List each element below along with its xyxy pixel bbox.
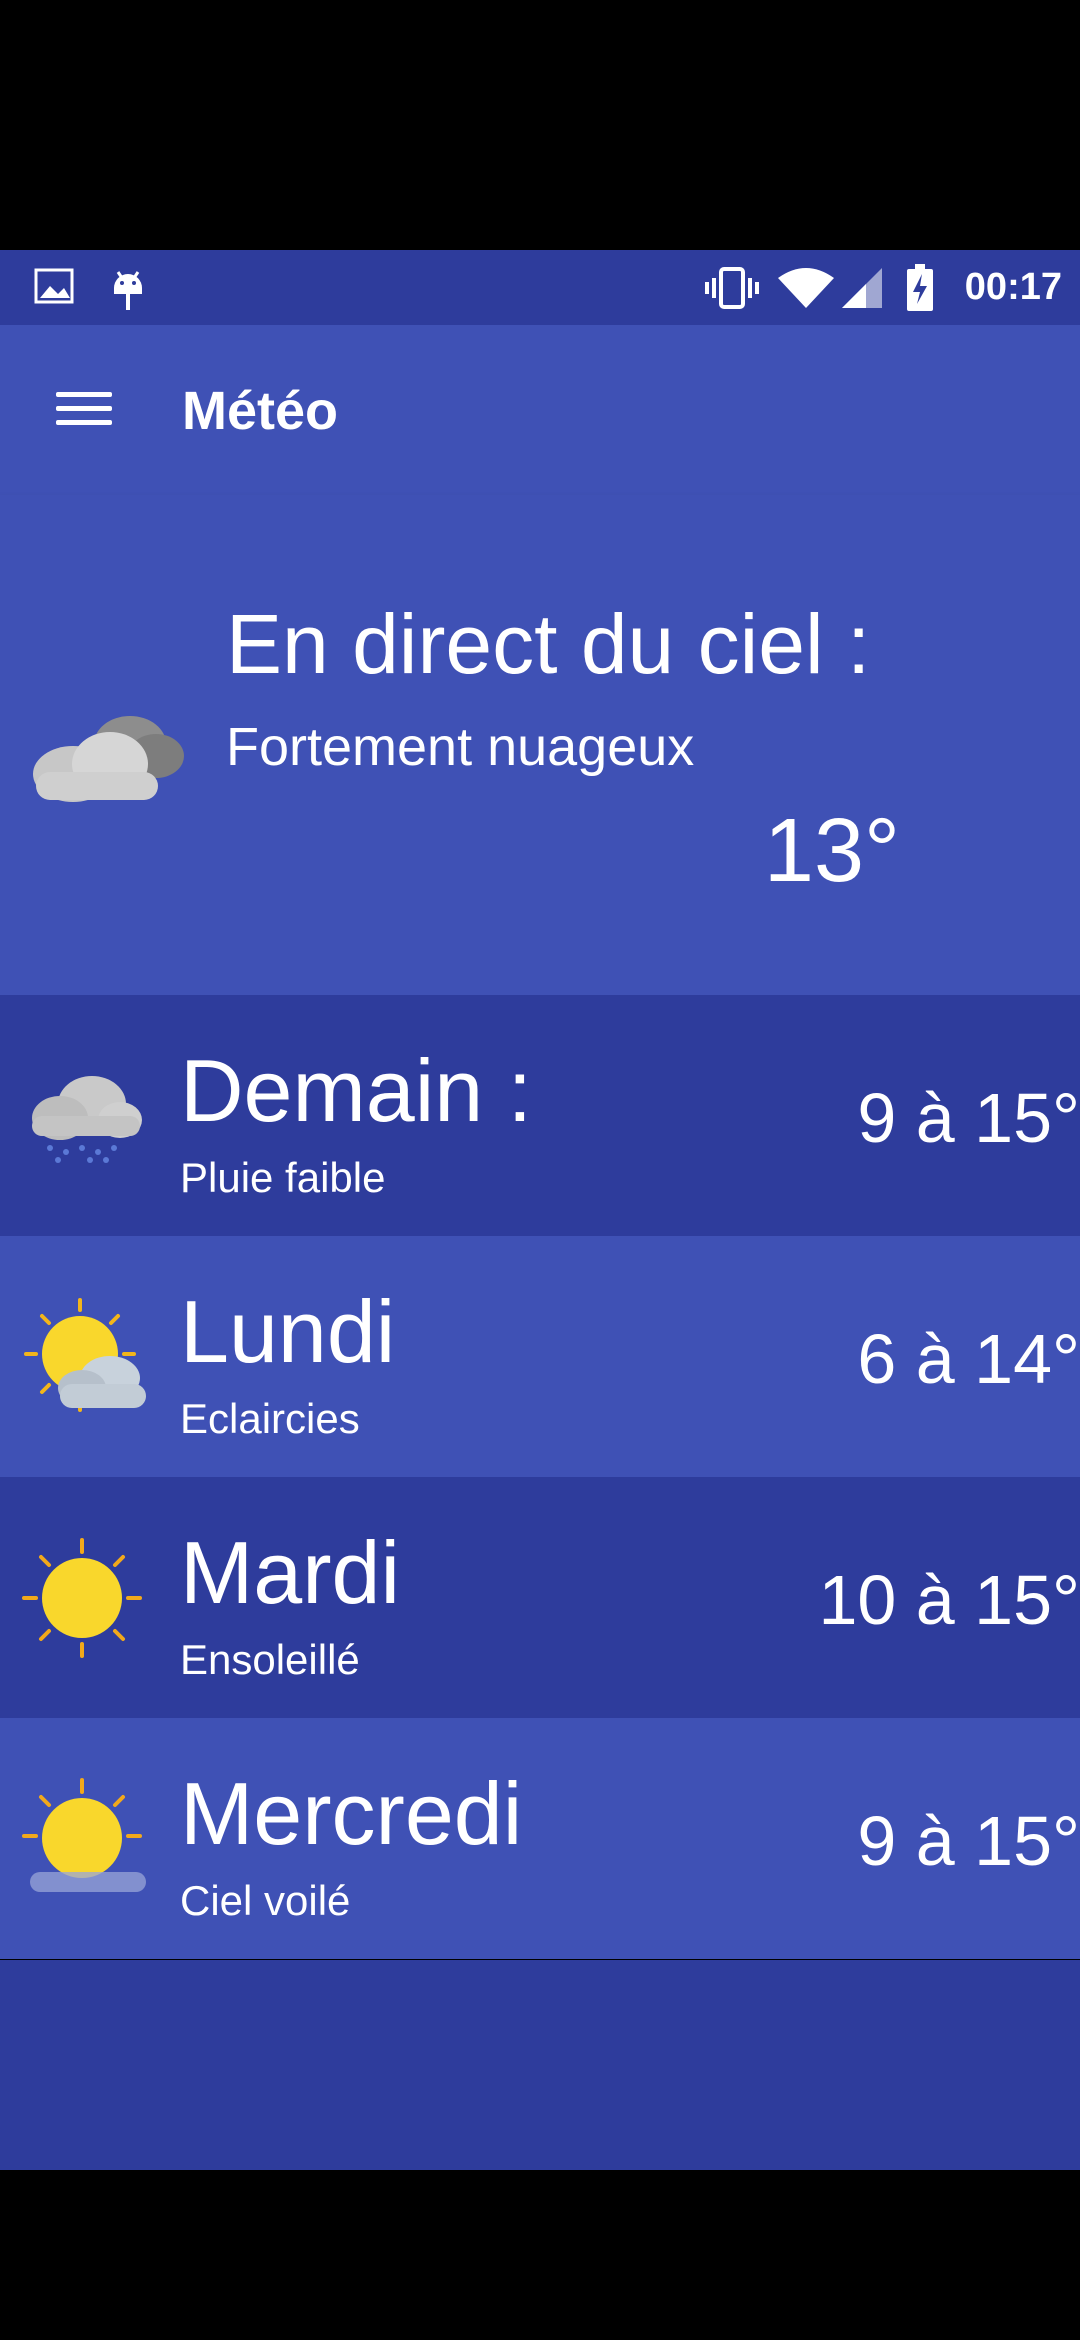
android-icon xyxy=(108,264,148,314)
forecast-condition: Eclaircies xyxy=(180,1395,360,1442)
forecast-day: Lundi xyxy=(180,1282,396,1381)
cloudy-icon xyxy=(18,700,188,810)
forecast-condition: Pluie faible xyxy=(180,1154,386,1201)
image-icon xyxy=(34,268,74,304)
forecast-day: Mercredi xyxy=(180,1764,523,1863)
app-bar xyxy=(0,325,1080,495)
navigation-bar xyxy=(0,2170,1080,2340)
empty-area xyxy=(0,1960,1080,2170)
forecast-condition: Ensoleillé xyxy=(180,1636,360,1683)
hazy-sun-icon xyxy=(20,1776,150,1900)
status-time: 00:17 xyxy=(964,266,1062,308)
signal-icon xyxy=(840,266,884,310)
forecast-condition: Ciel voilé xyxy=(180,1877,351,1924)
battery-charging-icon xyxy=(906,264,934,312)
current-condition: Fortement nuageux xyxy=(226,717,695,777)
app-title: Météo xyxy=(182,381,339,441)
current-temperature: 13° xyxy=(763,801,900,901)
forecast-range: 9 à 15° xyxy=(857,1079,1080,1157)
partly-sunny-icon xyxy=(20,1296,150,1420)
forecast-range: 6 à 14° xyxy=(857,1320,1080,1398)
forecast-range: 9 à 15° xyxy=(857,1802,1080,1880)
sunny-icon xyxy=(20,1536,144,1660)
forecast-day: Demain : xyxy=(180,1041,533,1140)
light-rain-icon xyxy=(20,1068,150,1168)
hamburger-menu-icon[interactable] xyxy=(40,378,130,438)
wifi-icon xyxy=(776,266,836,310)
vibrate-icon xyxy=(704,266,760,310)
current-title: En direct du ciel : xyxy=(226,597,871,691)
forecast-day: Mardi xyxy=(180,1523,401,1622)
top-black-bar xyxy=(0,0,1080,250)
forecast-range: 10 à 15° xyxy=(818,1561,1080,1639)
